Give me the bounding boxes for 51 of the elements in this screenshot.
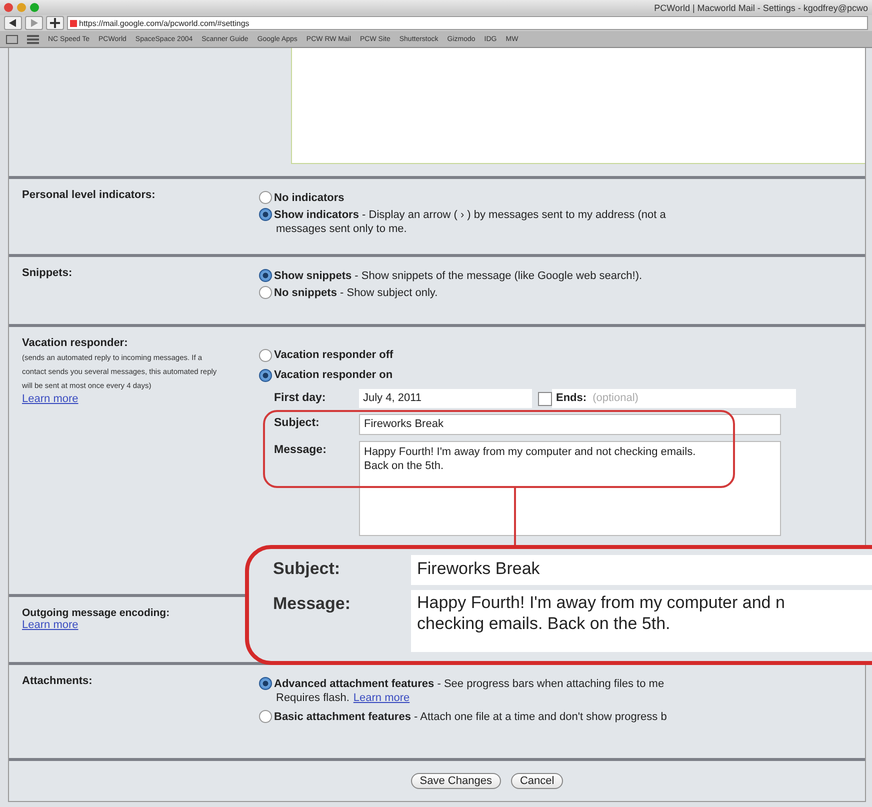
setting-label: Vacation responder: — [22, 337, 128, 349]
option-label: No snippets - Show subject only. — [274, 286, 438, 298]
radio-button[interactable] — [259, 191, 272, 204]
radio-button[interactable] — [259, 208, 272, 221]
option-label: No indicators — [274, 192, 344, 204]
subject-field[interactable]: Fireworks Break — [359, 414, 781, 435]
grid-icon[interactable] — [27, 34, 39, 44]
leader-line — [514, 488, 516, 545]
learn-more-link[interactable]: Learn more — [22, 393, 78, 405]
signature-field[interactable] — [291, 48, 865, 164]
field-label: Subject: — [274, 416, 320, 429]
window-title: PCWorld | Macworld Mail - Settings - kgodfrey@pcwo — [654, 2, 868, 12]
option-label: Show indicators - Display an arrow ( › ) by messages sent to my address (not a — [274, 208, 666, 220]
option-label: Vacation responder off — [274, 349, 394, 361]
close-icon[interactable] — [4, 3, 13, 12]
field-label: Subject: — [273, 558, 342, 580]
option-label: Show snippets - Show snippets of the message (like Google web search!). — [274, 270, 642, 282]
learn-more-link[interactable]: Learn more — [22, 619, 78, 631]
message-field[interactable]: Happy Fourth! I'm away from my computer and not checking emails. Back on the 5th. — [359, 441, 781, 536]
subject-field: Fireworks Break — [411, 555, 872, 585]
learn-more-link[interactable]: Learn more — [353, 692, 410, 708]
radio-button[interactable] — [259, 286, 272, 299]
radio-button[interactable] — [259, 368, 272, 382]
message-text: Happy Fourth! I'm away from my computer and n — [417, 592, 786, 613]
setting-label: Outgoing message encoding: — [22, 607, 171, 619]
option-label: Basic attachment features - Attach one file at a time and don't show progress b — [274, 710, 667, 722]
radio-button[interactable] — [259, 348, 272, 362]
field-label: First day: — [274, 391, 327, 404]
checkbox[interactable] — [538, 392, 552, 406]
add-icon[interactable] — [46, 16, 64, 30]
field-label: Message: — [274, 443, 328, 456]
setting-label: Snippets: — [22, 267, 72, 279]
site-icon — [70, 20, 77, 26]
end-date-field[interactable]: Ends: (optional) — [552, 389, 796, 408]
field-label: Message: — [273, 593, 352, 615]
setting-label: Personal level indicators: — [22, 189, 156, 201]
option-description: messages sent only to me. — [275, 223, 408, 237]
option-label: Vacation responder on — [274, 369, 393, 381]
action-button[interactable]: Cancel — [510, 773, 564, 789]
date-field[interactable]: July 4, 2011 — [359, 389, 532, 408]
option-label: Advanced attachment features - See progress bars when attaching files to me — [274, 678, 664, 690]
radio-button[interactable] — [259, 710, 272, 723]
back-icon[interactable] — [4, 16, 22, 30]
action-button[interactable]: Save Changes — [410, 773, 501, 789]
option-description: Requires flash. — [276, 692, 350, 706]
radio-button[interactable] — [259, 269, 272, 282]
zoom-icon[interactable] — [30, 3, 39, 12]
address-bar[interactable]: https://mail.google.com/a/pcworld.com/#settings — [67, 16, 868, 30]
radio-button[interactable] — [259, 677, 272, 690]
setting-label: Attachments: — [22, 675, 92, 687]
message-text: checking emails. Back on the 5th. — [417, 613, 672, 634]
